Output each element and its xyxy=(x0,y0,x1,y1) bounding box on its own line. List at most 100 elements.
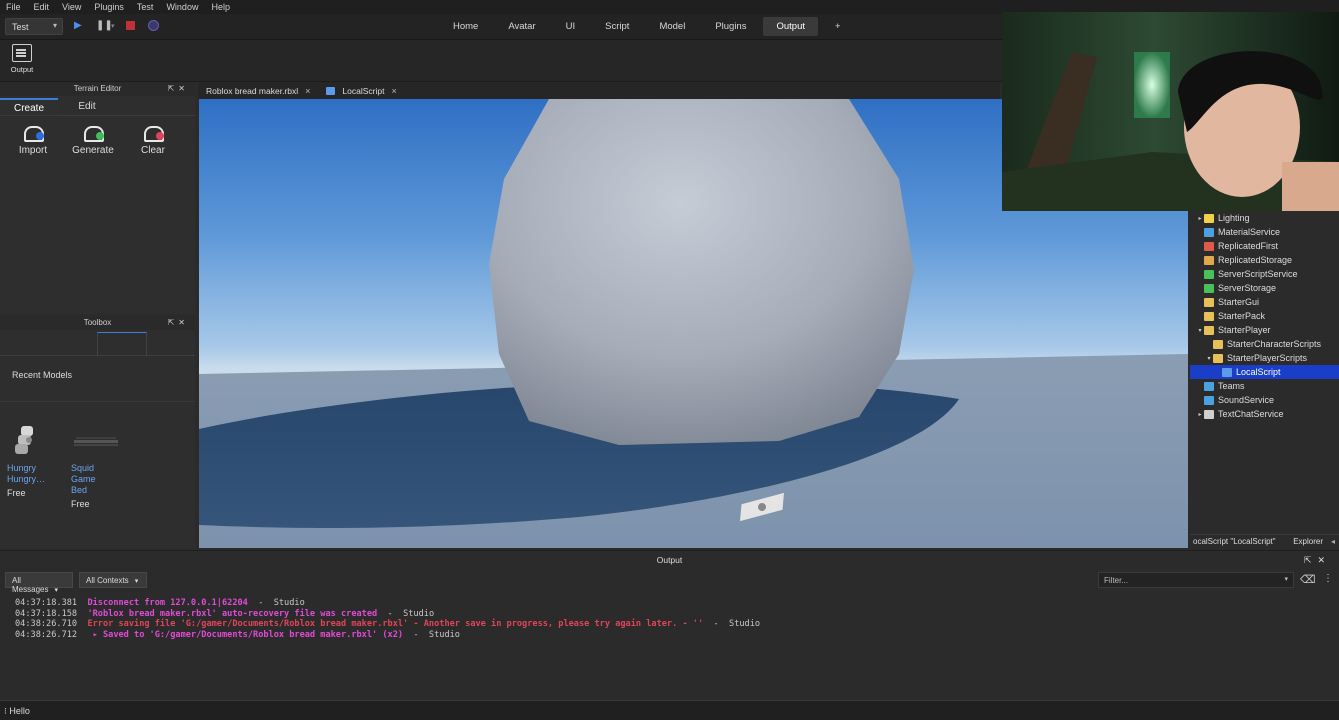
chevron-down-icon[interactable]: ▾ xyxy=(111,22,115,30)
chevron-down-icon[interactable]: ▾ xyxy=(1205,355,1213,362)
tab-plugins[interactable]: Plugins xyxy=(702,17,759,36)
webcam-overlay xyxy=(1002,12,1339,211)
service-icon xyxy=(1204,227,1214,237)
log-source: - Studio xyxy=(377,608,435,619)
model-item[interactable]: Hungry Hungry… Free xyxy=(7,422,57,509)
explorer-item-label: ServerScriptService xyxy=(1218,269,1298,279)
play-icon[interactable]: ▶ xyxy=(74,20,82,31)
close-icon[interactable]: ✕ xyxy=(1317,555,1331,565)
output-filter-input[interactable]: Filter... ▾ xyxy=(1098,572,1294,588)
terrain-generate-icon xyxy=(82,122,104,142)
doc-tab-place[interactable]: Roblox bread maker.rbxl × xyxy=(198,82,318,99)
panel-controls: ⇱✕ xyxy=(1304,551,1331,570)
tab-output[interactable]: Output xyxy=(763,17,819,36)
log-source: - Studio xyxy=(403,629,460,640)
toolbox-tab-active[interactable] xyxy=(97,332,147,356)
explorer-item[interactable]: ReplicatedFirst xyxy=(1190,239,1339,253)
model-name-line: Hungry xyxy=(7,463,37,473)
log-message: Error saving file 'G:/gamer/Documents/Ro… xyxy=(87,619,704,629)
model-thumbnail xyxy=(7,422,43,460)
menu-edit[interactable]: Edit xyxy=(34,2,50,12)
tab-edit[interactable]: Edit xyxy=(58,98,116,115)
tab-create[interactable]: Create xyxy=(0,98,58,115)
explorer-item-label: ServerStorage xyxy=(1218,283,1277,293)
explorer-item[interactable]: StarterGui xyxy=(1190,295,1339,309)
explorer-item-label: LocalScript xyxy=(1236,367,1281,377)
undock-icon[interactable]: ⇱ xyxy=(168,318,179,327)
explorer-item[interactable]: ServerStorage xyxy=(1190,281,1339,295)
terrain-clear-icon xyxy=(142,122,164,142)
tab-avatar[interactable]: Avatar xyxy=(495,17,548,36)
model-price: Free xyxy=(71,499,90,509)
explorer-item[interactable]: MaterialService xyxy=(1190,225,1339,239)
toolbox-header: Toolbox ⇱✕ xyxy=(0,316,195,330)
doc-tab-label: Roblox bread maker.rbxl xyxy=(206,85,299,96)
explorer-item[interactable]: StarterCharacterScripts xyxy=(1190,337,1339,351)
undock-icon[interactable]: ⇱ xyxy=(1304,555,1318,565)
tab-home[interactable]: Home xyxy=(440,17,491,36)
script-icon xyxy=(326,86,336,95)
explorer-item-label: ReplicatedFirst xyxy=(1218,241,1279,251)
doc-tab-localscript[interactable]: LocalScript × xyxy=(318,82,404,99)
explorer-item[interactable]: ▾ StarterPlayerScripts xyxy=(1190,351,1339,365)
record-icon[interactable] xyxy=(148,20,159,31)
explorer-tree: ▸ Lighting MaterialService ReplicatedFirst R… xyxy=(1190,211,1339,421)
explorer-item-label: StarterPack xyxy=(1218,311,1266,321)
command-bar[interactable]: ⁝ Hello xyxy=(0,700,1339,720)
tab-ui[interactable]: UI xyxy=(553,17,589,36)
explorer-item[interactable]: LocalScript xyxy=(1190,365,1339,379)
tab-model[interactable]: Model xyxy=(646,17,698,36)
close-icon[interactable]: ✕ xyxy=(178,84,189,93)
menu-plugins[interactable]: Plugins xyxy=(94,2,124,12)
terrain-import-button[interactable]: Import xyxy=(4,122,62,156)
mode-select[interactable]: Test ▾ xyxy=(5,18,63,35)
log-timestamp: 04:37:18.381 xyxy=(15,598,78,608)
messages-filter-dropdown[interactable]: All Messages ▾ xyxy=(5,572,73,594)
menu-file[interactable]: File xyxy=(6,2,21,12)
tab-explorer[interactable]: Explorer xyxy=(1289,537,1327,546)
explorer-item[interactable]: Teams xyxy=(1190,379,1339,393)
explorer-item[interactable]: ReplicatedStorage xyxy=(1190,253,1339,267)
output-tool-button[interactable]: Output xyxy=(8,44,36,74)
menu-help[interactable]: Help xyxy=(211,2,230,12)
explorer-item[interactable]: ▾ StarterPlayer xyxy=(1190,323,1339,337)
model-item[interactable]: Squid Game Bed Free xyxy=(71,422,121,509)
undock-icon[interactable]: ⇱ xyxy=(168,84,179,93)
explorer-item[interactable]: SoundService xyxy=(1190,393,1339,407)
menu-test[interactable]: Test xyxy=(137,2,154,12)
menu-view[interactable]: View xyxy=(62,2,81,12)
close-icon[interactable]: ✕ xyxy=(178,318,189,327)
more-options-icon[interactable]: ⋮ xyxy=(1323,573,1333,584)
explorer-item[interactable]: ▸ TextChatService xyxy=(1190,407,1339,421)
chevron-right-icon[interactable]: ▸ xyxy=(1196,411,1204,418)
output-log: 04:37:18.381 Disconnect from 127.0.0.1|6… xyxy=(0,590,1339,640)
terrain-generate-button[interactable]: Generate xyxy=(64,122,122,156)
add-tab-button[interactable]: + xyxy=(822,17,854,36)
explorer-item-label: StarterPlayer xyxy=(1218,325,1271,335)
output-filters: All Messages ▾ All Contexts ▾ Filter... ▾ … xyxy=(0,570,1339,594)
log-timestamp: 04:38:26.712 xyxy=(15,629,78,640)
chevron-right-icon[interactable]: ▸ xyxy=(1196,215,1204,222)
terrain-editor-tabs: Create Edit xyxy=(0,98,195,116)
model-name[interactable]: Squid Game Bed xyxy=(71,463,121,496)
explorer-item[interactable]: ServerScriptService xyxy=(1190,267,1339,281)
explorer-item[interactable]: ▸ Lighting xyxy=(1190,211,1339,225)
contexts-filter-dropdown[interactable]: All Contexts ▾ xyxy=(79,572,147,588)
explorer-item[interactable]: StarterPack xyxy=(1190,309,1339,323)
chevron-down-icon[interactable]: ▾ xyxy=(1196,327,1204,334)
close-icon[interactable]: × xyxy=(305,86,310,96)
ribbon-tabs: Home Avatar UI Script Model Plugins Outp… xyxy=(440,17,854,36)
tab-script[interactable]: Script xyxy=(592,17,642,36)
chevron-left-icon[interactable]: ◂ xyxy=(1327,537,1339,546)
model-name[interactable]: Hungry Hungry… xyxy=(7,463,57,485)
terrain-editor-header: Terrain Editor ⇱✕ xyxy=(0,82,195,96)
clear-output-icon[interactable]: ⌫ xyxy=(1300,573,1316,586)
command-bar-input[interactable]: Hello xyxy=(9,706,30,716)
close-icon[interactable]: × xyxy=(391,86,396,96)
menu-window[interactable]: Window xyxy=(166,2,198,12)
model-thumbnail xyxy=(71,422,118,460)
toolbox-title: Toolbox xyxy=(83,318,112,327)
terrain-clear-button[interactable]: Clear xyxy=(124,122,182,156)
stop-icon[interactable] xyxy=(126,21,135,30)
log-line: 04:38:26.710 Error saving file 'G:/gamer… xyxy=(15,619,1339,630)
